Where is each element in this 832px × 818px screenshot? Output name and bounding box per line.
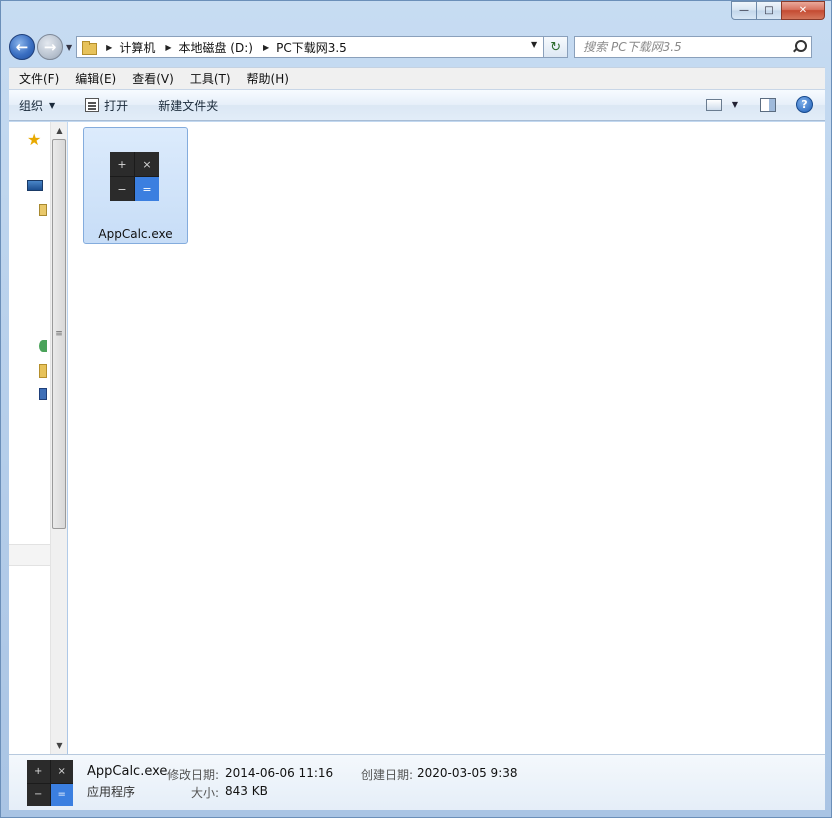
organize-label: 组织 bbox=[19, 98, 44, 113]
favorites-star-icon[interactable]: ★ bbox=[27, 132, 43, 148]
open-label: 打开 bbox=[104, 98, 129, 113]
scrollbar-thumb[interactable]: ≡ bbox=[52, 139, 66, 529]
help-icon[interactable]: ? bbox=[796, 96, 813, 113]
breadcrumb-current-folder[interactable]: PC下载网3.5 bbox=[276, 39, 347, 56]
breadcrumb-computer[interactable]: 计算机 bbox=[119, 39, 155, 56]
calc-plus-cell: + bbox=[27, 760, 50, 783]
libraries-icon[interactable] bbox=[39, 204, 47, 216]
nav-pane-hover-row[interactable] bbox=[9, 544, 50, 566]
address-bar[interactable]: ▶ 计算机 ▶ 本地磁盘 (D:) ▶ PC下载网3.5 ▼ bbox=[76, 36, 545, 58]
search-icon[interactable] bbox=[792, 40, 808, 54]
details-file-name: AppCalc.exe bbox=[87, 764, 168, 779]
recent-pages-dropdown[interactable]: ▼ bbox=[66, 43, 72, 52]
file-name[interactable]: AppCalc.exe bbox=[84, 227, 187, 241]
scrollbar-grip-icon: ≡ bbox=[55, 329, 63, 339]
new-folder-label: 新建文件夹 bbox=[158, 98, 219, 113]
chevron-down-icon: ▼ bbox=[49, 100, 56, 110]
calc-plus-cell: + bbox=[110, 152, 134, 176]
scroll-down-arrow-icon[interactable]: ▼ bbox=[51, 737, 68, 754]
created-date-label: 创建日期: bbox=[361, 768, 414, 782]
calc-times-cell: × bbox=[135, 152, 159, 176]
modified-date-value: 2014-06-06 11:16 bbox=[225, 766, 334, 780]
change-view-icon[interactable] bbox=[705, 98, 722, 111]
file-list-area[interactable]: + × − = AppCalc.exe bbox=[68, 122, 825, 754]
folder-icon bbox=[81, 40, 98, 55]
chevron-down-icon[interactable]: ▼ bbox=[531, 40, 537, 49]
caption-buttons: — □ ✕ bbox=[731, 1, 825, 20]
scroll-up-arrow-icon[interactable]: ▲ bbox=[51, 122, 68, 139]
refresh-button[interactable]: ↻ bbox=[544, 36, 569, 58]
chevron-right-icon[interactable]: ▶ bbox=[263, 43, 269, 52]
size-value: 843 KB bbox=[225, 784, 268, 798]
calc-times-cell: × bbox=[50, 760, 73, 783]
open-button[interactable]: 打开 bbox=[85, 97, 128, 114]
desktop-icon[interactable] bbox=[27, 180, 43, 191]
menu-edit[interactable]: 编辑(E) bbox=[75, 70, 116, 87]
back-button[interactable]: ← bbox=[9, 34, 35, 60]
navigation-pane: ★ ▲ ≡ ▼ bbox=[9, 122, 67, 754]
view-options-dropdown[interactable]: ▼ bbox=[732, 100, 738, 109]
menu-view[interactable]: 查看(V) bbox=[132, 70, 174, 87]
calc-equals-cell: = bbox=[50, 783, 73, 806]
calculator-icon: + × − = bbox=[27, 760, 73, 806]
details-file-type: 应用程序 bbox=[87, 785, 136, 799]
file-item[interactable]: + × − = AppCalc.exe bbox=[83, 127, 188, 244]
created-date-value: 2020-03-05 9:38 bbox=[417, 766, 518, 780]
computer-folder-icon[interactable] bbox=[39, 364, 47, 378]
navigation-row: ← → ▼ ▶ 计算机 ▶ 本地磁盘 (D:) ▶ PC下载网3.5 ▼ ↻ bbox=[9, 33, 827, 61]
menu-file[interactable]: 文件(F) bbox=[19, 70, 59, 87]
command-toolbar: 组织 ▼ 打开 新建文件夹 ▼ ? bbox=[9, 89, 825, 121]
nav-pane-scrollbar[interactable]: ▲ ≡ ▼ bbox=[50, 122, 67, 754]
calc-minus-cell: − bbox=[110, 177, 134, 201]
details-pane: + × − = AppCalc.exe 应用程序 修改日期: 2014-06-0… bbox=[9, 754, 825, 810]
menu-help[interactable]: 帮助(H) bbox=[247, 70, 289, 87]
chevron-right-icon[interactable]: ▶ bbox=[106, 43, 112, 52]
calc-minus-cell: − bbox=[27, 783, 50, 806]
chevron-right-icon[interactable]: ▶ bbox=[165, 43, 171, 52]
new-folder-button[interactable]: 新建文件夹 bbox=[158, 97, 218, 114]
modified-date-label: 修改日期: bbox=[167, 768, 220, 782]
explorer-window: — □ ✕ ← → ▼ ▶ 计算机 ▶ 本地磁盘 (D:) ▶ PC下载网3.5… bbox=[0, 0, 832, 818]
open-icon bbox=[85, 98, 100, 112]
size-label: 大小: bbox=[191, 786, 220, 800]
calculator-icon: + × − = bbox=[110, 152, 159, 201]
breadcrumb-local-disk[interactable]: 本地磁盘 (D:) bbox=[178, 39, 252, 56]
search-input[interactable] bbox=[583, 40, 784, 54]
preview-pane-icon[interactable] bbox=[760, 97, 776, 112]
toolbar-right: ▼ ? bbox=[705, 96, 813, 113]
homegroup-icon[interactable] bbox=[39, 340, 47, 352]
maximize-button[interactable]: □ bbox=[756, 1, 782, 20]
close-button[interactable]: ✕ bbox=[781, 1, 825, 20]
search-box[interactable] bbox=[574, 36, 813, 58]
organize-button[interactable]: 组织 ▼ bbox=[19, 97, 55, 114]
forward-button[interactable]: → bbox=[37, 34, 63, 60]
network-icon[interactable] bbox=[39, 388, 47, 400]
menu-bar: 文件(F) 编辑(E) 查看(V) 工具(T) 帮助(H) bbox=[9, 67, 825, 89]
minimize-button[interactable]: — bbox=[731, 1, 757, 20]
menu-tools[interactable]: 工具(T) bbox=[190, 70, 231, 87]
calc-equals-cell: = bbox=[135, 177, 159, 201]
